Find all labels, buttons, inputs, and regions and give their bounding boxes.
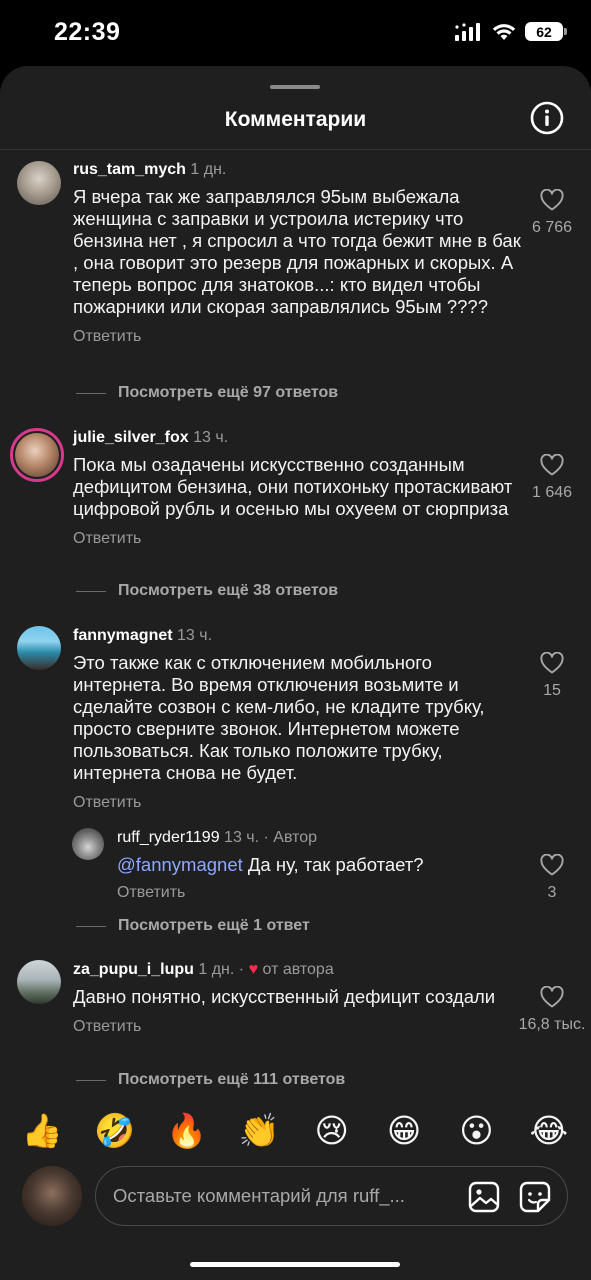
reply-text: Да ну, так работает?: [242, 854, 424, 875]
comment-composer: [95, 1166, 568, 1226]
like-button[interactable]: 6 766: [517, 189, 587, 237]
comment-username[interactable]: za_pupu_i_lupu: [73, 961, 194, 978]
sheet-title: Комментарии: [224, 108, 367, 131]
comment-time: 1 дн.: [198, 961, 235, 978]
sheet-grabber[interactable]: [270, 85, 320, 89]
status-bar: 22:39 62: [0, 0, 591, 66]
heart-icon[interactable]: [540, 986, 564, 1008]
emoji-thumbs-up[interactable]: 👍: [17, 1108, 67, 1154]
user-avatar: [22, 1166, 82, 1226]
avatar[interactable]: [17, 626, 61, 670]
comment-text: Я вчера так же заправлялся 95ым выбежала…: [73, 186, 521, 317]
emoji-grin[interactable]: 😁: [379, 1108, 429, 1154]
like-count: 16,8 тыс.: [518, 1016, 586, 1033]
view-more-replies[interactable]: Посмотреть ещё 111 ответов: [76, 1071, 345, 1089]
reply-mention[interactable]: @fannymagnet: [117, 854, 243, 875]
signal-icon: [455, 22, 480, 41]
view-more-replies[interactable]: Посмотреть ещё 97 ответов: [76, 384, 338, 402]
info-icon[interactable]: [530, 101, 564, 135]
emoji-rofl[interactable]: 🤣: [90, 1108, 140, 1154]
emoji-crying[interactable]: 😢: [307, 1108, 357, 1154]
comment-text: Пока мы озадачены искусственно созданным…: [73, 454, 513, 519]
avatar[interactable]: [17, 960, 61, 1004]
like-count: 1 646: [531, 484, 573, 501]
reply-button[interactable]: Ответить: [73, 794, 523, 812]
heart-icon[interactable]: [540, 854, 564, 876]
comment-username[interactable]: julie_silver_fox: [73, 429, 189, 446]
view-more-replies[interactable]: Посмотреть ещё 38 ответов: [76, 582, 338, 600]
view-more-replies[interactable]: Посмотреть ещё 1 ответ: [76, 917, 310, 935]
status-icons: 62: [455, 22, 567, 41]
author-like-label: от автора: [262, 961, 334, 978]
avatar[interactable]: [72, 828, 104, 860]
wifi-icon: [492, 23, 516, 40]
like-button[interactable]: 16,8 тыс.: [507, 986, 591, 1034]
emoji-fire[interactable]: 🔥: [162, 1108, 212, 1154]
avatar[interactable]: [10, 428, 64, 482]
comment-time: 13 ч.: [177, 627, 213, 644]
view-more-line: [76, 925, 106, 927]
reply-username[interactable]: ruff_ryder1199: [117, 829, 220, 846]
comment-time: 1 дн.: [190, 161, 227, 178]
like-button[interactable]: 15: [517, 652, 587, 700]
view-more-label: Посмотреть ещё 97 ответов: [118, 384, 339, 401]
emoji-surprised[interactable]: 😮: [451, 1108, 501, 1154]
avatar[interactable]: [17, 161, 61, 205]
comment-time: 13 ч.: [193, 429, 229, 446]
author-heart-icon: ♥: [248, 961, 259, 978]
emoji-clap[interactable]: 👏: [234, 1108, 284, 1154]
reply-button[interactable]: Ответить: [117, 884, 517, 902]
heart-icon[interactable]: [540, 652, 564, 674]
view-more-label: Посмотреть ещё 111 ответов: [118, 1071, 346, 1088]
comment-text: Это также как с отключением мобильного и…: [73, 652, 485, 783]
heart-icon[interactable]: [540, 189, 564, 211]
like-count: 15: [543, 682, 561, 699]
comment-username[interactable]: fannymagnet: [73, 627, 173, 644]
home-indicator[interactable]: [190, 1262, 400, 1267]
reply-button[interactable]: Ответить: [73, 530, 523, 548]
heart-icon[interactable]: [540, 454, 564, 476]
status-time: 22:39: [54, 18, 121, 46]
header-divider: [0, 149, 591, 150]
like-button[interactable]: 1 646: [517, 454, 587, 502]
comment-text: Давно понятно, искусственный дефицит соз…: [73, 986, 496, 1007]
comment-username[interactable]: rus_tam_mych: [73, 161, 186, 178]
reply-button[interactable]: Ответить: [73, 328, 523, 346]
image-icon[interactable]: [467, 1180, 501, 1214]
view-more-line: [76, 392, 106, 394]
author-badge: · Автор: [263, 829, 318, 846]
sticker-icon[interactable]: [518, 1180, 552, 1214]
reply-button[interactable]: Ответить: [73, 1018, 513, 1036]
like-count: 3: [547, 884, 557, 901]
emoji-bar: 👍 🤣 🔥 👏 😢 😁 😮 😂: [0, 1108, 591, 1154]
battery-indicator: 62: [525, 22, 567, 41]
view-more-label: Посмотреть ещё 38 ответов: [118, 582, 339, 599]
view-more-line: [76, 590, 106, 592]
comment-input[interactable]: [113, 1167, 443, 1225]
view-more-line: [76, 1079, 106, 1081]
view-more-label: Посмотреть ещё 1 ответ: [118, 917, 310, 934]
emoji-joy[interactable]: 😂: [524, 1108, 574, 1154]
like-button[interactable]: 3: [517, 854, 587, 902]
like-count: 6 766: [531, 219, 573, 236]
reply-time: 13 ч.: [224, 829, 260, 846]
